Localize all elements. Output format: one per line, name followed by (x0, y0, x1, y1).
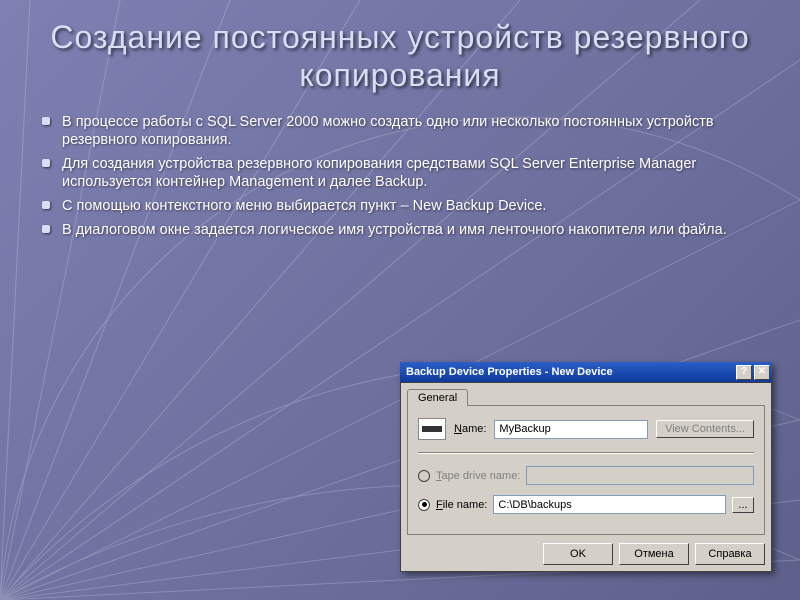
list-item: Для создания устройства резервного копир… (48, 155, 770, 191)
close-icon[interactable]: ✕ (754, 365, 770, 380)
help-icon[interactable]: ? (736, 365, 752, 380)
backup-device-dialog: Backup Device Properties - New Device ? … (400, 362, 772, 572)
help-button[interactable]: Справка (695, 543, 765, 565)
ok-button[interactable]: OK (543, 543, 613, 565)
bullet-list: В процессе работы с SQL Server 2000 можн… (30, 113, 770, 240)
name-label: Name: (454, 423, 486, 435)
name-input[interactable] (494, 420, 648, 439)
cancel-button[interactable]: Отмена (619, 543, 689, 565)
browse-button[interactable]: ... (732, 497, 754, 513)
file-radio[interactable] (418, 499, 430, 511)
view-contents-button: View Contents... (656, 420, 754, 438)
dialog-title: Backup Device Properties - New Device (406, 366, 613, 378)
list-item: В диалоговом окне задается логическое им… (48, 221, 770, 239)
tape-input (526, 466, 754, 485)
file-input[interactable] (493, 495, 726, 514)
list-item: В процессе работы с SQL Server 2000 можн… (48, 113, 770, 149)
dialog-titlebar[interactable]: Backup Device Properties - New Device ? … (400, 362, 772, 382)
slide-title: Создание постоянных устройств резервного… (30, 18, 770, 95)
device-icon (418, 418, 446, 440)
file-label: File name: (436, 499, 487, 511)
tab-general[interactable]: General (407, 389, 468, 406)
list-item: С помощью контекстного меню выбирается п… (48, 197, 770, 215)
tape-label: Tape drive name: (436, 470, 520, 482)
tape-radio (418, 470, 430, 482)
